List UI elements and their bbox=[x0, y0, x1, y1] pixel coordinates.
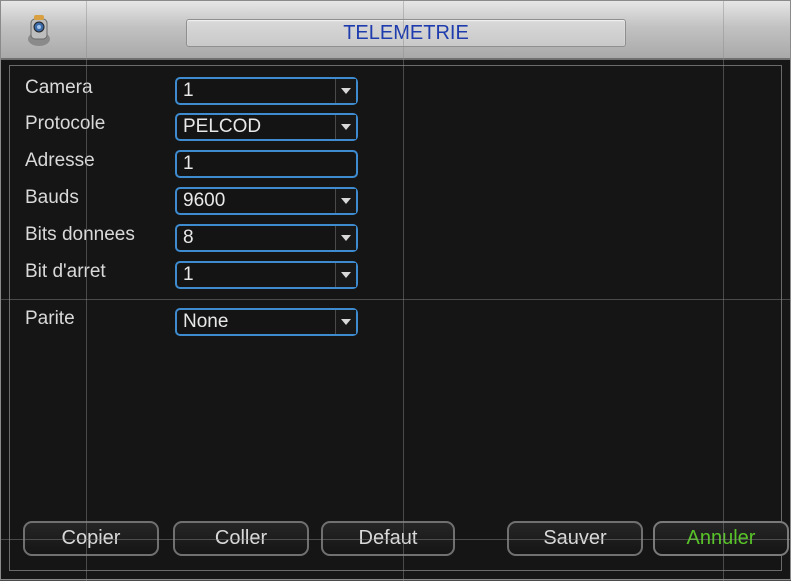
grid-line bbox=[86, 1, 87, 581]
telemetry-dialog: TELEMETRIE Camera 1 Protocole PELCOD Adr… bbox=[0, 0, 791, 581]
bauds-value: 9600 bbox=[183, 190, 226, 211]
row-adresse: Adresse 1 bbox=[10, 144, 783, 180]
bauds-select[interactable]: 9600 bbox=[175, 187, 358, 215]
parite-label: Parite bbox=[25, 308, 75, 329]
parite-select[interactable]: None bbox=[175, 308, 358, 336]
grid-line bbox=[1, 299, 791, 300]
bit-arret-select[interactable]: 1 bbox=[175, 261, 358, 289]
chevron-down-icon[interactable] bbox=[335, 310, 356, 334]
settings-panel: Camera 1 Protocole PELCOD Adresse 1 Baud… bbox=[9, 65, 782, 571]
grid-line bbox=[403, 1, 404, 581]
chevron-down-icon[interactable] bbox=[335, 79, 356, 103]
protocole-value: PELCOD bbox=[183, 116, 262, 137]
camera-select[interactable]: 1 bbox=[175, 77, 358, 105]
grid-line bbox=[1, 539, 791, 540]
row-bits-donnees: Bits donnees 8 bbox=[10, 218, 783, 254]
protocole-label: Protocole bbox=[25, 113, 106, 134]
parite-value: None bbox=[183, 311, 229, 332]
protocole-select[interactable]: PELCOD bbox=[175, 113, 358, 141]
chevron-down-icon[interactable] bbox=[335, 189, 356, 213]
row-protocole: Protocole PELCOD bbox=[10, 107, 783, 143]
camera-label: Camera bbox=[25, 77, 93, 98]
row-bit-arret: Bit d'arret 1 bbox=[10, 255, 783, 291]
row-camera: Camera 1 bbox=[10, 71, 783, 107]
bit-arret-label: Bit d'arret bbox=[25, 261, 106, 282]
bauds-label: Bauds bbox=[25, 187, 79, 208]
grid-line bbox=[723, 1, 724, 581]
bits-donnees-select[interactable]: 8 bbox=[175, 224, 358, 252]
adresse-label: Adresse bbox=[25, 150, 95, 171]
row-parite: Parite None bbox=[10, 302, 783, 338]
dialog-title: TELEMETRIE bbox=[343, 22, 469, 44]
bits-donnees-label: Bits donnees bbox=[25, 224, 135, 245]
chevron-down-icon[interactable] bbox=[335, 226, 356, 250]
chevron-down-icon[interactable] bbox=[335, 115, 356, 139]
row-bauds: Bauds 9600 bbox=[10, 181, 783, 217]
camera-value: 1 bbox=[183, 80, 194, 101]
adresse-value: 1 bbox=[183, 153, 194, 174]
bit-arret-value: 1 bbox=[183, 264, 194, 285]
camera-icon bbox=[19, 11, 59, 49]
title-bar: TELEMETRIE bbox=[1, 1, 790, 60]
adresse-input[interactable]: 1 bbox=[175, 150, 358, 178]
chevron-down-icon[interactable] bbox=[335, 263, 356, 287]
bits-donnees-value: 8 bbox=[183, 227, 194, 248]
